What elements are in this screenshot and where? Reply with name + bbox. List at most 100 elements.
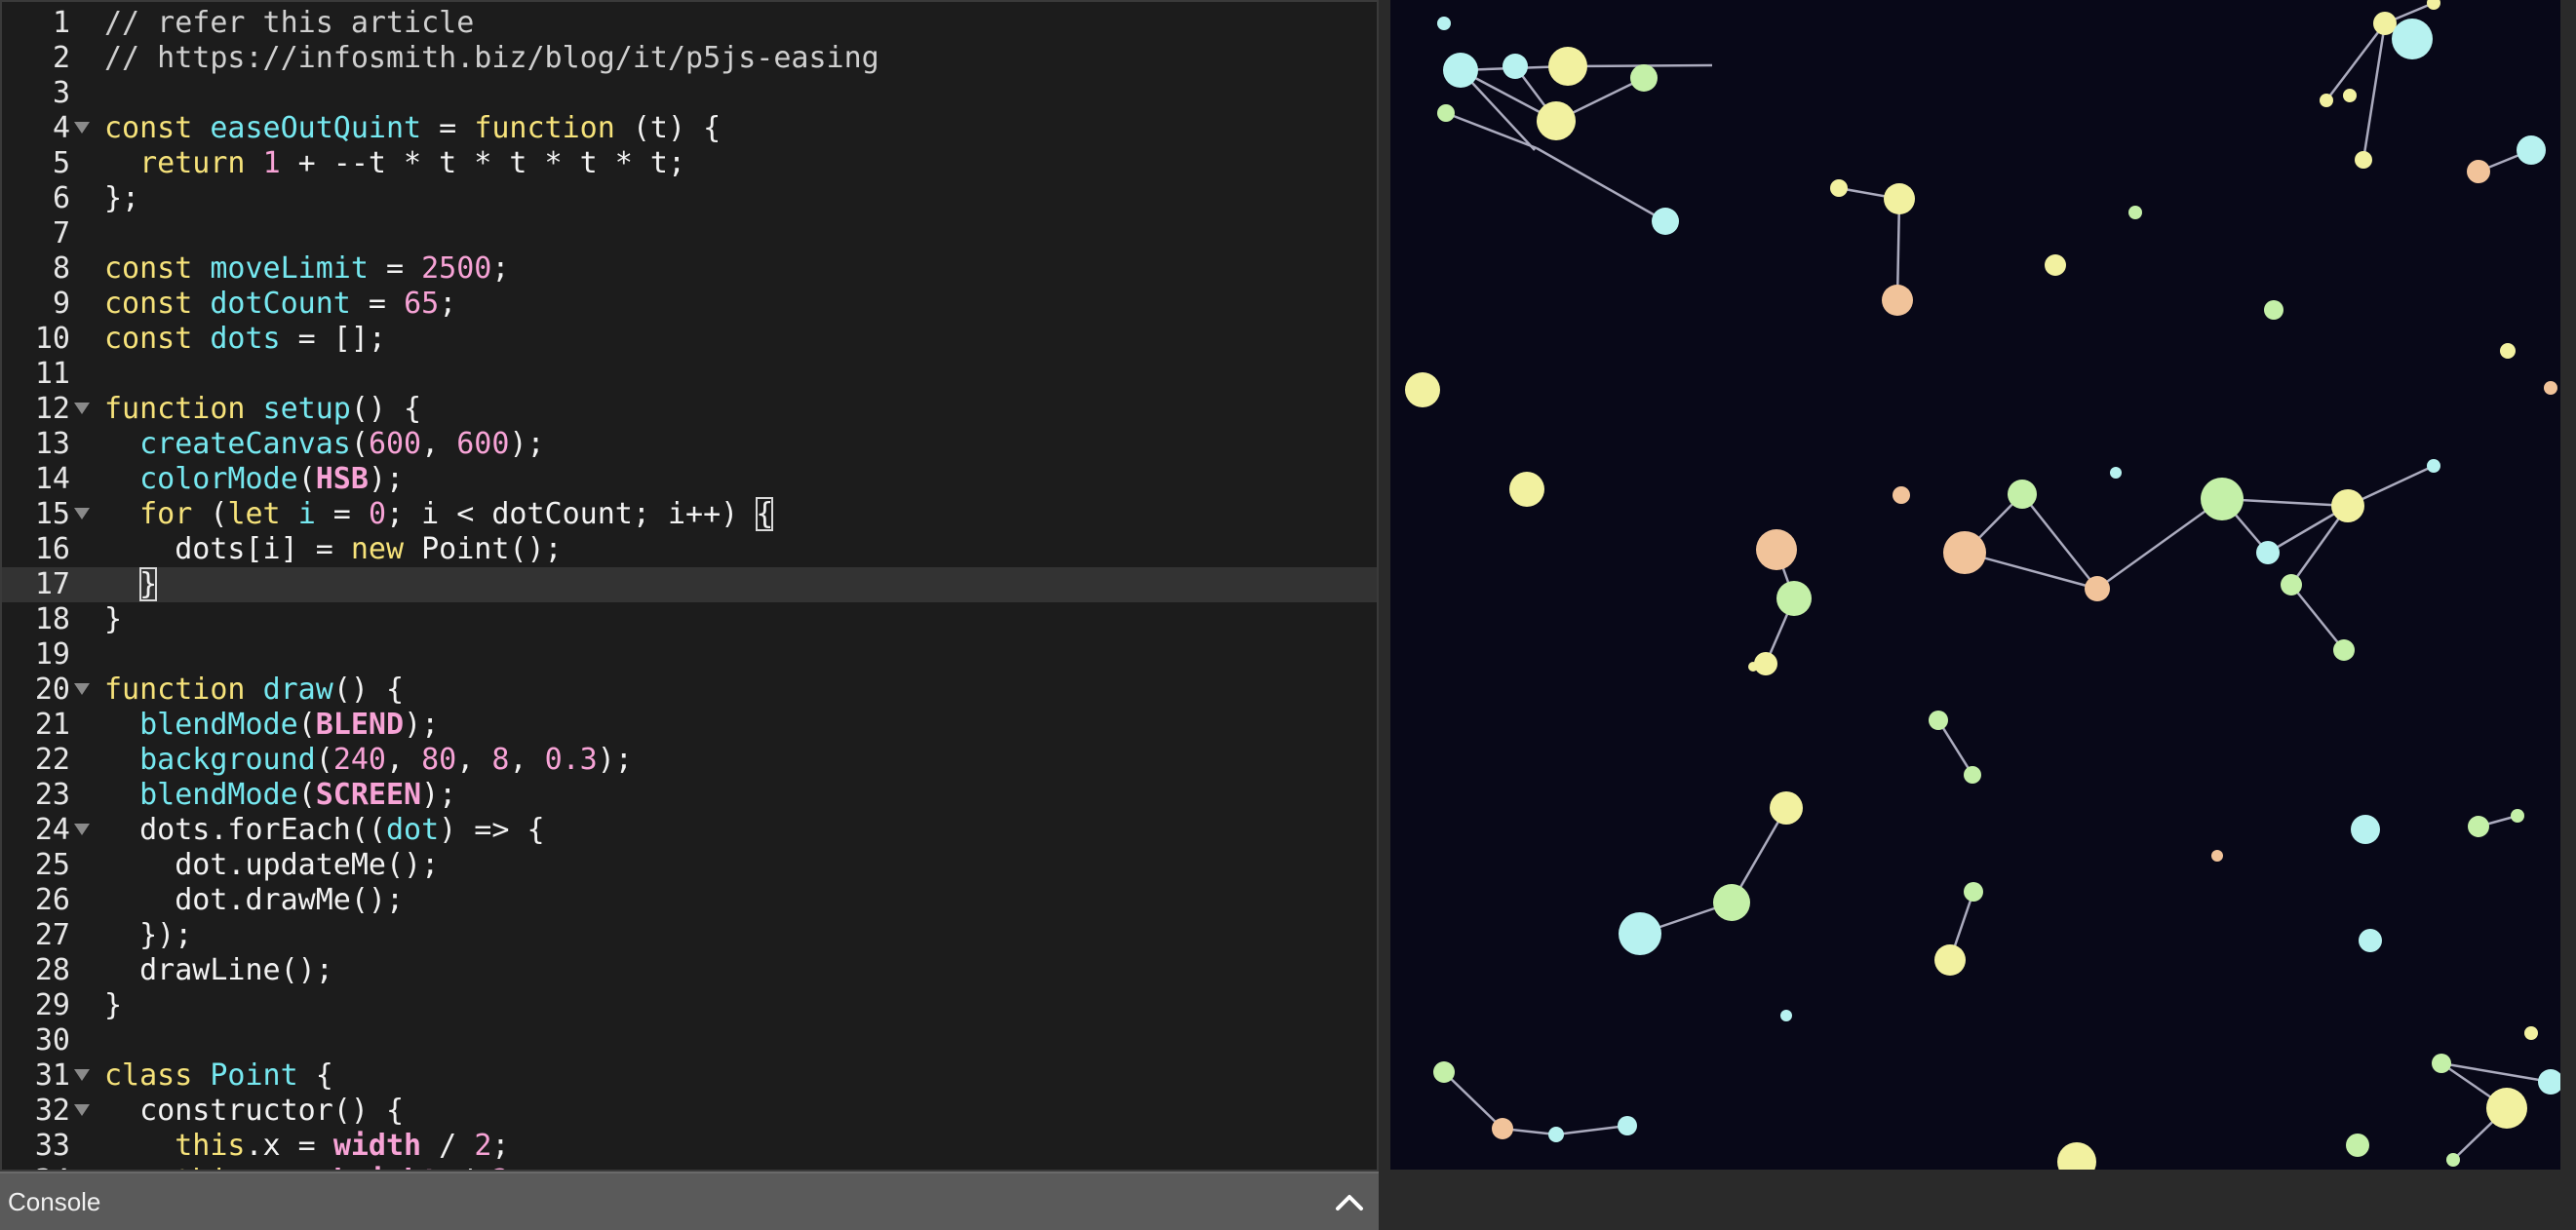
code-line[interactable]: 31 class Point { (2, 1058, 1377, 1094)
code-text: function setup() { (104, 392, 421, 427)
particle-dot (2486, 1088, 2527, 1129)
code-line[interactable]: 12 function setup() { (2, 392, 1377, 427)
particle-dot (1754, 652, 1777, 675)
code-line[interactable]: 5 return 1 + --t * t * t * t * t; (2, 146, 1377, 181)
particle-dot (2085, 576, 2110, 601)
code-token: dotCount (210, 287, 351, 321)
code-token: dots (210, 322, 281, 356)
code-token: function (474, 111, 615, 145)
code-line[interactable]: 22 background(240, 80, 8, 0.3); (2, 743, 1377, 778)
code-line[interactable]: 24 dots.forEach((dot) => { (2, 813, 1377, 848)
code-line[interactable]: 32 constructor() { (2, 1094, 1377, 1129)
code-text: dot.drawMe(); (104, 883, 404, 918)
code-line[interactable]: 20 function draw() { (2, 673, 1377, 708)
particle-dot (2524, 1026, 2538, 1040)
chevron-up-icon[interactable] (1330, 1183, 1369, 1222)
line-number: 32 (34, 1094, 70, 1128)
line-number: 8 (52, 251, 70, 286)
line-number: 7 (52, 216, 70, 250)
code-text: const dotCount = 65; (104, 287, 456, 322)
code-line[interactable]: 9 const dotCount = 65; (2, 287, 1377, 322)
line-number: 5 (52, 146, 70, 180)
code-line[interactable]: 1 // refer this article (2, 6, 1377, 41)
code-line[interactable]: 34 this.y = height / 2; (2, 1164, 1377, 1170)
code-token: let (227, 497, 298, 531)
code-line[interactable]: 29} (2, 988, 1377, 1023)
code-line[interactable]: 18} (2, 602, 1377, 637)
code-line[interactable]: 13 createCanvas(600, 600); (2, 427, 1377, 462)
line-number: 4 (52, 111, 70, 145)
code-token: ( (350, 427, 369, 461)
particle-dot (1618, 1116, 1637, 1135)
fold-arrow-icon[interactable] (74, 403, 90, 414)
code-line[interactable]: 8 const moveLimit = 2500; (2, 251, 1377, 287)
particle-dot (1437, 17, 1451, 30)
console-bar[interactable]: Console (0, 1172, 1379, 1230)
code-line[interactable]: 30 (2, 1023, 1377, 1058)
fold-arrow-icon[interactable] (74, 683, 90, 695)
code-token: dots.forEach(( (104, 813, 386, 847)
code-token: ); (509, 427, 545, 461)
code-text: background(240, 80, 8, 0.3); (104, 743, 633, 778)
code-line[interactable]: 23 blendMode(SCREEN); (2, 778, 1377, 813)
code-line[interactable]: 16 dots[i] = new Point(); (2, 532, 1377, 567)
code-line[interactable]: 17 } (2, 567, 1377, 602)
code-line[interactable]: 11 (2, 357, 1377, 392)
code-token: ( (297, 778, 316, 812)
code-text: const easeOutQuint = function (t) { (104, 111, 721, 146)
code-line[interactable]: 25 dot.updateMe(); (2, 848, 1377, 883)
code-line[interactable]: 7 (2, 216, 1377, 251)
code-token: class (104, 1058, 211, 1093)
particle-dot (1882, 285, 1913, 316)
code-token: this (175, 1129, 246, 1163)
code-token: + --t * t * t * t * t; (280, 146, 686, 180)
code-line[interactable]: 3 (2, 76, 1377, 111)
code-line[interactable]: 33 this.x = width / 2; (2, 1129, 1377, 1164)
code-token: ); (421, 778, 457, 812)
code-token: .y = (246, 1164, 333, 1170)
code-line[interactable]: 27 }); (2, 918, 1377, 953)
code-line[interactable]: 26 dot.drawMe(); (2, 883, 1377, 918)
particle-dot (2544, 381, 2557, 395)
particle-dot (1943, 531, 1986, 574)
code-line[interactable]: 10 const dots = []; (2, 322, 1377, 357)
code-token: dot (385, 813, 440, 847)
code-token: = (421, 111, 475, 145)
fold-arrow-icon[interactable] (74, 122, 90, 134)
canvas-svg (1390, 0, 2560, 1170)
fold-arrow-icon[interactable] (74, 1069, 90, 1081)
code-line[interactable]: 15 for (let i = 0; i < dotCount; i++) { (2, 497, 1377, 532)
particle-dot (2511, 809, 2524, 823)
code-token: / (421, 1129, 475, 1163)
code-token: 2500 (421, 251, 492, 286)
code-token: } (104, 988, 123, 1022)
sketch-preview-canvas[interactable] (1390, 0, 2560, 1170)
code-line[interactable]: 21 blendMode(BLEND); (2, 708, 1377, 743)
line-number: 21 (34, 708, 70, 742)
particle-dot (2427, 459, 2440, 473)
code-text: // https://infosmith.biz/blog/it/p5js-ea… (104, 41, 879, 76)
particle-dot (2346, 1134, 2369, 1157)
line-number: 17 (34, 567, 70, 601)
code-line[interactable]: 14 colorMode(HSB); (2, 462, 1377, 497)
line-number: 2 (52, 41, 70, 75)
code-token: 65 (404, 287, 440, 321)
particle-dot (1433, 1061, 1455, 1083)
code-line[interactable]: 28 drawLine(); (2, 953, 1377, 988)
code-line[interactable]: 2 // https://infosmith.biz/blog/it/p5js-e… (2, 41, 1377, 76)
line-number: 22 (34, 743, 70, 777)
code-token: new (350, 532, 422, 566)
code-token: constructor() { (104, 1094, 405, 1128)
code-line[interactable]: 4 const easeOutQuint = function (t) { (2, 111, 1377, 146)
particle-dot (2008, 480, 2037, 509)
line-number: 9 (52, 287, 70, 321)
fold-arrow-icon[interactable] (74, 1104, 90, 1116)
fold-arrow-icon[interactable] (74, 508, 90, 519)
particle-dot (1893, 486, 1910, 504)
code-line[interactable]: 19 (2, 637, 1377, 673)
fold-arrow-icon[interactable] (74, 824, 90, 835)
code-text: // refer this article (104, 6, 474, 41)
code-line[interactable]: 6}; (2, 181, 1377, 216)
code-token: 80 (421, 743, 457, 777)
code-editor[interactable]: 1 // refer this article 2 // https://infosm… (0, 0, 1379, 1172)
